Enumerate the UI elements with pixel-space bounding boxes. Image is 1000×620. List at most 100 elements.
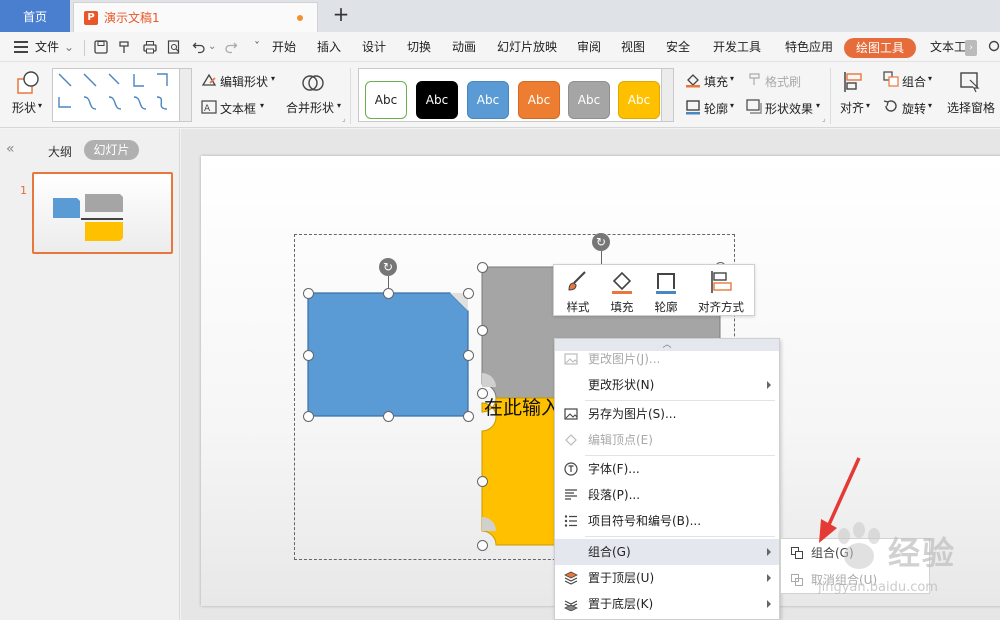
- line-gallery-scrollbar[interactable]: [180, 68, 192, 122]
- menu-tab-view[interactable]: 视图: [621, 32, 645, 62]
- rotate-handle-icon[interactable]: ↻: [379, 258, 397, 276]
- shape-style-white[interactable]: Abc: [365, 81, 407, 119]
- menu-tab-transition[interactable]: 切换: [407, 32, 431, 62]
- outline-tab[interactable]: 大纲: [48, 143, 72, 160]
- ctx-paragraph[interactable]: 段落(P)...: [555, 482, 779, 508]
- resize-handle[interactable]: [477, 262, 488, 273]
- ctx-send-to-back[interactable]: 置于底层(K): [555, 591, 779, 617]
- print-icon[interactable]: [143, 40, 157, 54]
- shape-style-orange[interactable]: Abc: [518, 81, 560, 119]
- align-dropdown-icon[interactable]: ▾: [866, 101, 870, 110]
- rotate-icon[interactable]: [883, 98, 899, 114]
- ctx-font[interactable]: 字体(F)...: [555, 456, 779, 482]
- more-quick-access-icon[interactable]: ˇ: [254, 32, 260, 62]
- slides-tab[interactable]: 幻灯片: [84, 140, 139, 160]
- mini-style-button[interactable]: 样式: [556, 265, 600, 317]
- shape-effects-dropdown-icon[interactable]: ▾: [816, 101, 820, 110]
- ctx-bring-to-front[interactable]: 置于顶层(U): [555, 565, 779, 591]
- tab-home[interactable]: 首页: [0, 0, 70, 32]
- menu-tab-security[interactable]: 安全: [666, 32, 690, 62]
- redo-icon[interactable]: [224, 40, 238, 54]
- menu-tab-start[interactable]: 开始: [272, 32, 296, 62]
- ctx-change-shape[interactable]: 更改形状(N): [555, 372, 779, 398]
- menu-tab-design[interactable]: 设计: [362, 32, 386, 62]
- textbox-button[interactable]: 文本框: [220, 100, 256, 117]
- ctx-group[interactable]: 组合(G): [555, 539, 779, 565]
- shape-dropdown-icon[interactable]: ▾: [38, 101, 42, 110]
- slide-thumbnail[interactable]: [32, 172, 173, 254]
- menu-tab-insert[interactable]: 插入: [317, 32, 341, 62]
- merge-shapes-dropdown-icon[interactable]: ▾: [337, 101, 341, 110]
- resize-handle[interactable]: [477, 325, 488, 336]
- group-button[interactable]: 组合: [902, 73, 926, 90]
- menu-tab-features[interactable]: 特色应用: [785, 32, 833, 62]
- menu-tab-drawing-tools[interactable]: 绘图工具: [844, 38, 916, 58]
- menu-tab-developer[interactable]: 开发工具: [713, 32, 761, 62]
- ctx-save-as-picture[interactable]: 另存为图片(S)...: [555, 401, 779, 427]
- line-shapes-gallery[interactable]: [52, 68, 180, 122]
- resize-handle[interactable]: [477, 540, 488, 551]
- group-expander-icon[interactable]: ⌟: [342, 114, 346, 123]
- style-gallery-scrollbar[interactable]: [662, 68, 674, 122]
- tab-document[interactable]: P 演示文稿1: [73, 2, 318, 32]
- menu-tab-text-tools[interactable]: 文本工: [930, 32, 966, 62]
- new-tab-button[interactable]: +: [330, 4, 352, 26]
- shape-effects-button[interactable]: 形状效果: [765, 100, 813, 117]
- resize-handle[interactable]: [463, 411, 474, 422]
- shape-style-gray[interactable]: Abc: [568, 81, 610, 119]
- textbox-icon[interactable]: A: [201, 99, 217, 115]
- ctx-bullets-numbering[interactable]: 项目符号和编号(B)...: [555, 508, 779, 534]
- group-dropdown-icon[interactable]: ▾: [928, 74, 932, 83]
- selection-pane-button[interactable]: 选择窗格: [947, 99, 995, 116]
- undo-dropdown-icon[interactable]: ⌄: [208, 32, 216, 62]
- align-button[interactable]: 对齐: [840, 99, 864, 116]
- format-painter-icon[interactable]: [118, 40, 132, 54]
- undo-icon[interactable]: [192, 40, 206, 54]
- hamburger-icon[interactable]: [14, 41, 28, 53]
- resize-handle[interactable]: [463, 350, 474, 361]
- outline-button[interactable]: 轮廓: [704, 100, 728, 117]
- rotate-button[interactable]: 旋转: [902, 100, 926, 117]
- line-shapes-icon[interactable]: [53, 69, 179, 121]
- resize-handle[interactable]: [303, 288, 314, 299]
- text-placeholder[interactable]: 在此输入: [484, 393, 560, 420]
- textbox-dropdown-icon[interactable]: ▾: [260, 101, 264, 110]
- resize-handle[interactable]: [303, 411, 314, 422]
- merge-shapes-button[interactable]: 合并形状: [286, 99, 334, 116]
- outline-icon[interactable]: [685, 99, 701, 115]
- outline-dropdown-icon[interactable]: ▾: [730, 101, 734, 110]
- shape-style-yellow[interactable]: Abc: [618, 81, 660, 119]
- resize-handle[interactable]: [303, 350, 314, 361]
- fill-button[interactable]: 填充: [704, 73, 728, 90]
- align-icon[interactable]: [842, 70, 866, 94]
- edit-shape-icon[interactable]: [201, 72, 217, 88]
- resize-handle[interactable]: [477, 476, 488, 487]
- menu-tab-slideshow[interactable]: 幻灯片放映: [497, 32, 557, 62]
- rotate-dropdown-icon[interactable]: ▾: [928, 101, 932, 110]
- resize-handle[interactable]: [383, 411, 394, 422]
- group-icon[interactable]: [883, 71, 899, 87]
- style-group-expander-icon[interactable]: ⌟: [822, 114, 826, 123]
- collapse-panel-icon[interactable]: «: [6, 141, 15, 157]
- shape-effects-icon[interactable]: [746, 99, 762, 115]
- format-brush-icon[interactable]: [748, 72, 762, 86]
- fill-icon[interactable]: [685, 72, 701, 88]
- search-icon[interactable]: [988, 40, 1000, 54]
- selection-pane-icon[interactable]: [958, 70, 982, 94]
- menu-file[interactable]: 文件: [35, 32, 59, 62]
- shape-icon[interactable]: [15, 70, 41, 96]
- resize-handle[interactable]: [463, 288, 474, 299]
- menu-tab-animation[interactable]: 动画: [452, 32, 476, 62]
- rotate-handle-icon[interactable]: ↻: [592, 233, 610, 251]
- menu-tab-review[interactable]: 审阅: [577, 32, 601, 62]
- shape-style-black[interactable]: Abc: [416, 81, 458, 119]
- file-dropdown-icon[interactable]: ⌄: [64, 32, 74, 62]
- merge-shapes-icon[interactable]: [300, 70, 326, 96]
- edit-shape-button[interactable]: 编辑形状: [220, 73, 268, 90]
- resize-handle[interactable]: [383, 288, 394, 299]
- edit-shape-dropdown-icon[interactable]: ▾: [271, 74, 275, 83]
- shape-style-blue[interactable]: Abc: [467, 81, 509, 119]
- scroll-tabs-right-button[interactable]: ›: [965, 40, 977, 56]
- print-preview-icon[interactable]: [167, 40, 181, 54]
- mini-fill-button[interactable]: 填充: [600, 265, 644, 317]
